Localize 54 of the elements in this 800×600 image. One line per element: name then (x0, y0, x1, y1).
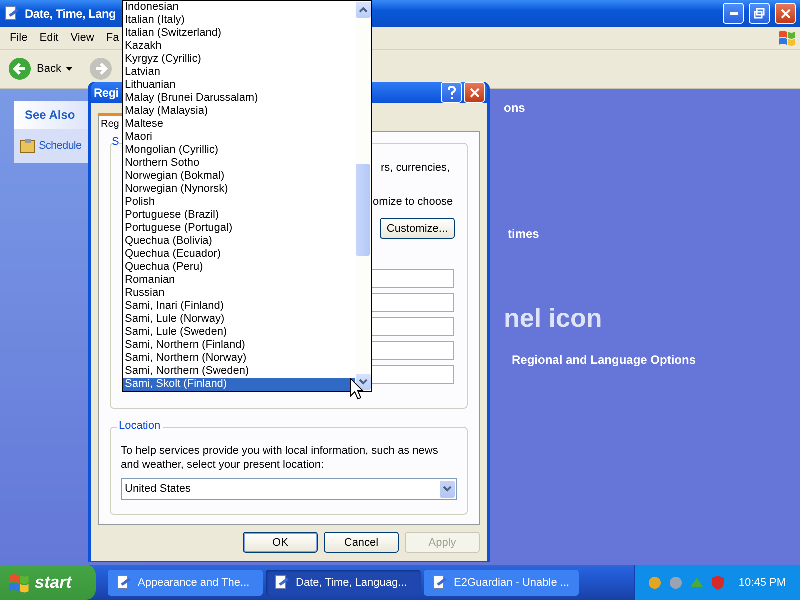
dialog-button[interactable]: OK (243, 532, 318, 553)
scrollbar-thumb[interactable] (356, 164, 370, 256)
close-button[interactable] (464, 82, 485, 103)
control-panel-link[interactable]: Regional and Language Options (512, 353, 800, 367)
tray-icon[interactable] (668, 574, 684, 590)
description-text: omize to choose (373, 196, 453, 208)
section-heading: ons (504, 101, 526, 115)
list-option[interactable]: Sami, Skolt (Finland) (123, 378, 355, 391)
menu-item[interactable]: Fa (106, 30, 120, 46)
document-icon (432, 574, 448, 590)
task-link[interactable]: times (508, 227, 800, 241)
chevron-up-icon (358, 7, 368, 13)
panel-heading: nel icon (504, 303, 604, 334)
dialog-button[interactable]: Cancel (324, 532, 399, 553)
restore-icon (754, 8, 765, 19)
restore-button[interactable] (749, 3, 770, 24)
location-dropdown[interactable]: United States (121, 478, 457, 500)
panel-title: See Also (25, 108, 76, 122)
scrollbar[interactable] (355, 1, 371, 391)
clipboard-icon (20, 138, 36, 154)
dialog-title: Regi (94, 86, 119, 100)
taskbar-button[interactable]: Date, Time, Languag... (266, 570, 421, 596)
forward-button[interactable] (89, 57, 114, 81)
windows-logo-icon (778, 30, 796, 46)
windows-logo-icon (8, 572, 30, 592)
document-icon (274, 574, 290, 590)
group-label: Location (117, 420, 163, 432)
taskbar-button[interactable]: Appearance and The... (108, 570, 263, 596)
help-button[interactable] (441, 82, 462, 103)
menu-item[interactable]: File (10, 30, 28, 46)
back-button[interactable]: Back (8, 57, 74, 81)
menu-item[interactable]: Edit (40, 30, 59, 46)
customize-button[interactable]: Customize... (380, 218, 455, 239)
document-icon (116, 574, 132, 590)
description-text: rs, currencies, (381, 162, 452, 174)
shield-icon[interactable] (710, 574, 726, 590)
minimize-icon (730, 12, 738, 15)
close-icon (780, 8, 790, 18)
window-icon (4, 6, 20, 22)
help-icon (446, 86, 456, 99)
chevron-down-icon (358, 379, 368, 385)
minimize-button[interactable] (723, 3, 744, 24)
group-label: S (112, 136, 120, 148)
taskbar-button[interactable]: E2Guardian - Unable ... (424, 570, 579, 596)
clock: 10:45 PM (738, 576, 786, 588)
caret-icon (66, 67, 74, 71)
close-button[interactable] (775, 3, 796, 24)
see-also-link[interactable]: Schedule (39, 140, 82, 152)
menu-item[interactable]: View (70, 30, 94, 46)
close-icon (470, 88, 480, 98)
window-title: Date, Time, Lang (25, 6, 116, 20)
tray-icon[interactable] (646, 574, 663, 590)
location-description: To help services provide you with local information, such as news and weather, select your present location: (121, 444, 440, 472)
chevron-down-icon (443, 486, 452, 492)
